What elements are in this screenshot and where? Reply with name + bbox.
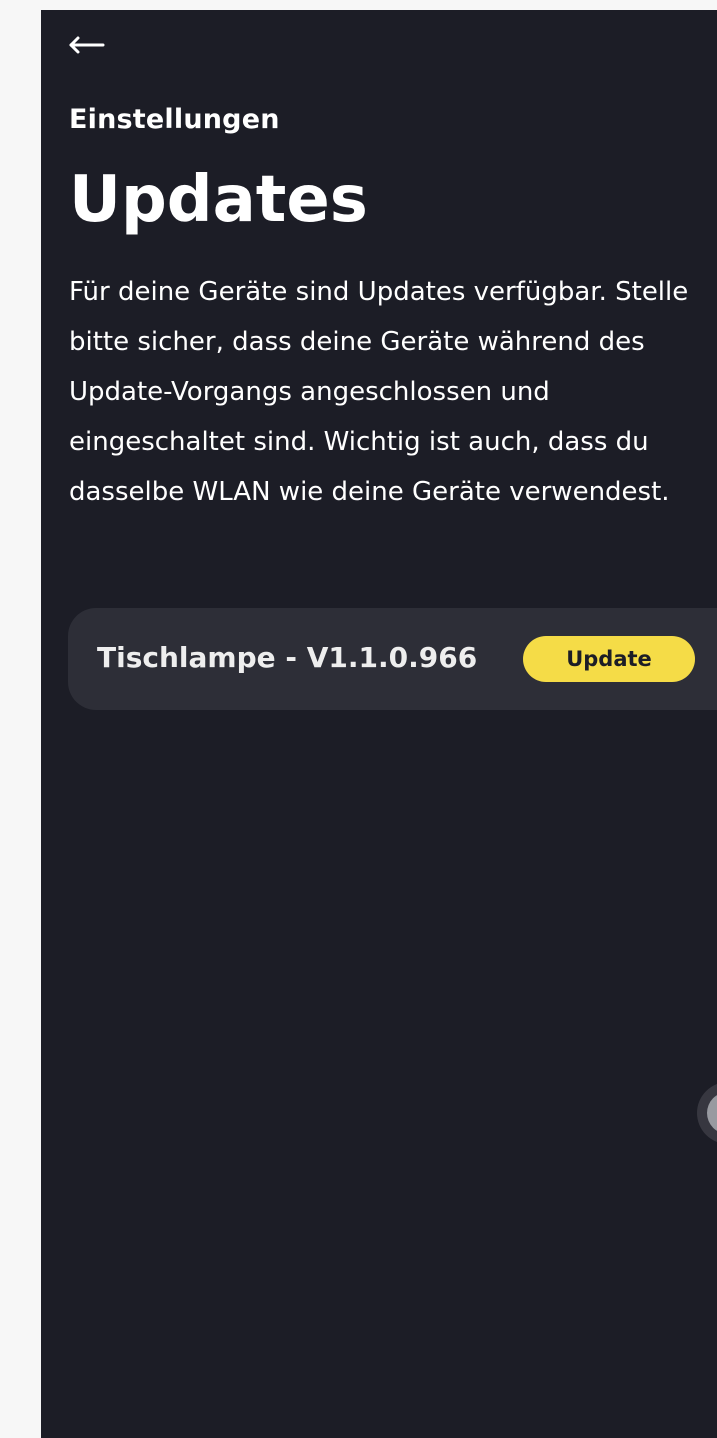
updates-screen: Einstellungen Updates Für deine Geräte s…: [41, 10, 717, 1438]
back-button[interactable]: [67, 28, 111, 62]
touch-indicator: [697, 1082, 717, 1144]
update-button[interactable]: Update: [523, 636, 695, 682]
updates-description: Für deine Geräte sind Updates verfügbar.…: [69, 277, 689, 507]
arrow-left-icon: [67, 35, 105, 55]
left-margin: [0, 0, 41, 1438]
device-update-card: Tischlampe - V1.1.0.966 Update: [68, 608, 717, 710]
breadcrumb-settings: Einstellungen: [69, 104, 280, 135]
page-title: Updates: [69, 163, 368, 237]
touch-dot: [707, 1092, 717, 1134]
device-name-version: Tischlampe - V1.1.0.966: [97, 641, 478, 674]
